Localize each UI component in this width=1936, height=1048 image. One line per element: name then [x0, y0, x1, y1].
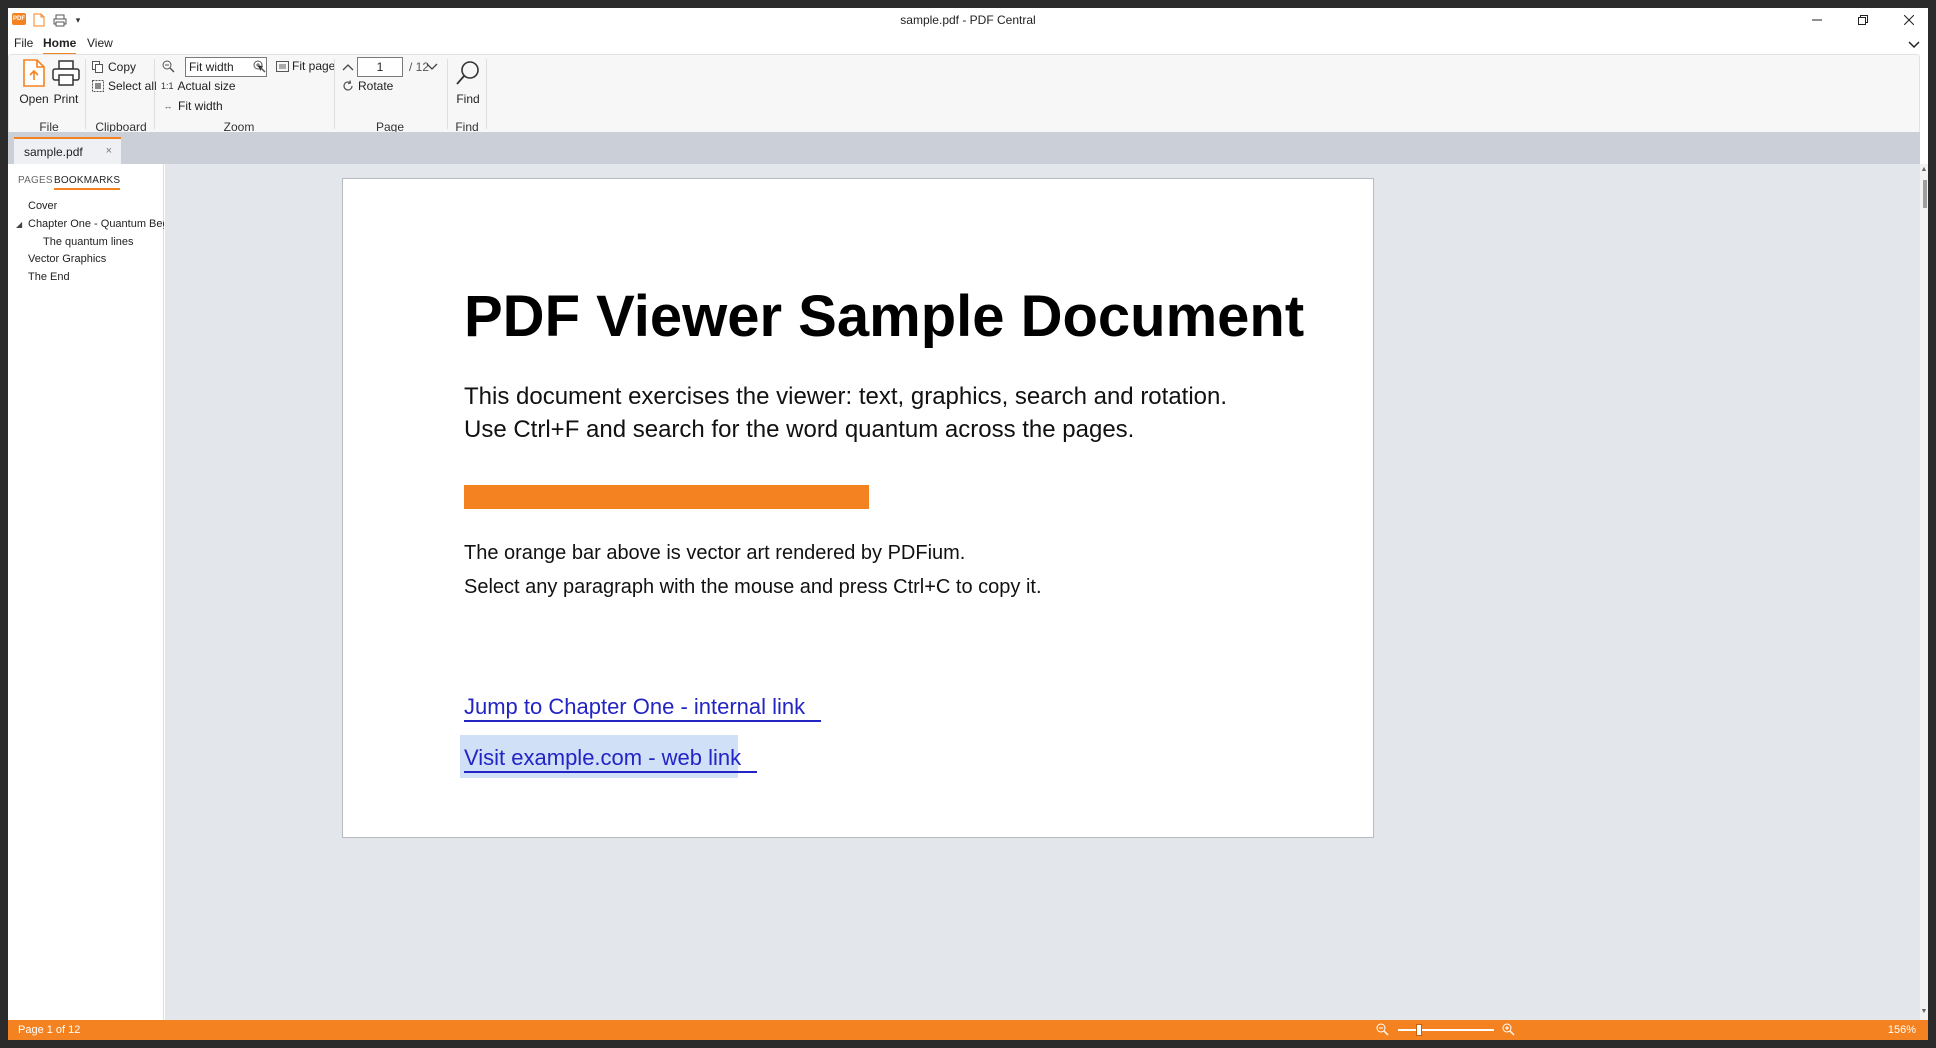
document-view[interactable]: PDF Viewer Sample Document This document…: [165, 164, 1920, 1020]
expand-toggle-icon[interactable]: ◢: [16, 220, 22, 229]
restore-button[interactable]: [1840, 8, 1886, 32]
open-file-icon: [18, 57, 50, 89]
open-label: Open: [19, 92, 49, 106]
zoom-in-icon[interactable]: [1502, 1023, 1516, 1037]
close-window-button[interactable]: [1886, 8, 1928, 32]
menu-home[interactable]: Home: [43, 36, 77, 55]
document-tab-strip: sample.pdf ×: [8, 132, 1920, 164]
rotate-button[interactable]: Rotate: [341, 77, 393, 95]
fit-page-button[interactable]: Fit page: [275, 57, 335, 75]
fit-page-icon: [275, 59, 289, 73]
search-icon: [452, 57, 484, 89]
pdf-paragraph: Use Ctrl+F and search for the word quant…: [464, 416, 1135, 443]
internal-link[interactable]: Jump to Chapter One - internal link: [464, 694, 822, 722]
next-page-button[interactable]: [425, 58, 442, 76]
zoom-slider[interactable]: [1398, 1029, 1494, 1031]
rotate-label: Rotate: [358, 79, 394, 93]
select-all-icon: [91, 79, 105, 93]
ribbon-divider: [334, 59, 335, 129]
zoom-out-icon[interactable]: [1376, 1023, 1390, 1037]
window-title: sample.pdf - PDF Central: [900, 13, 1036, 27]
actual-size-icon: 1:1: [161, 81, 174, 91]
chevron-down-icon: [425, 60, 439, 74]
fit-page-label: Fit page: [292, 59, 336, 73]
status-page-text: Page 1 of 12: [18, 1024, 81, 1036]
ribbon-divider: [154, 59, 155, 129]
collapse-ribbon-icon[interactable]: [1906, 36, 1922, 52]
new-document-icon[interactable]: [32, 11, 46, 29]
zoom-out-button[interactable]: [161, 57, 178, 75]
zoom-out-icon: [161, 59, 175, 73]
close-tab-icon[interactable]: ×: [106, 145, 112, 157]
sidebar: PAGES BOOKMARKS Cover ◢ Chapter One - Qu…: [8, 164, 164, 1020]
bookmark-item[interactable]: Vector Graphics: [28, 253, 106, 265]
menu-file[interactable]: File: [14, 36, 33, 53]
previous-page-button[interactable]: [341, 58, 358, 76]
printer-icon: [50, 57, 82, 89]
pdf-paragraph: The orange bar above is vector art rende…: [464, 542, 966, 564]
open-button[interactable]: Open: [16, 57, 52, 107]
actual-size-label: Actual size: [177, 79, 236, 93]
page-number-input[interactable]: 1: [357, 57, 403, 77]
chevron-up-icon: [341, 60, 355, 74]
select-all-button[interactable]: Select all: [91, 77, 157, 95]
menu-bar: File Home View: [8, 34, 1928, 56]
scroll-up-icon[interactable]: ▲: [1920, 166, 1928, 176]
bookmark-item[interactable]: The End: [28, 271, 70, 283]
fit-width-label: Fit width: [178, 99, 223, 113]
ribbon-divider: [447, 59, 448, 129]
status-zoom-text: 156%: [1887, 1024, 1916, 1036]
ribbon: Open Print File Copy Select all Clipboar…: [8, 54, 1920, 134]
status-bar: Page 1 of 12 156%: [8, 1020, 1928, 1040]
menu-view[interactable]: View: [87, 36, 113, 53]
orange-vector-bar: [464, 485, 869, 509]
app-window: PDF ▾ sample.pdf - PDF Central File Home…: [8, 8, 1928, 1040]
scroll-down-icon[interactable]: ▼: [1920, 1008, 1928, 1018]
find-label: Find: [456, 92, 480, 106]
vertical-scrollbar[interactable]: [1920, 164, 1928, 1020]
quick-print-icon[interactable]: [52, 11, 68, 29]
document-tab-label: sample.pdf: [24, 144, 83, 159]
scrollbar-thumb[interactable]: [1923, 180, 1927, 208]
pdf-paragraph: Select any paragraph with the mouse and …: [464, 576, 1042, 598]
pdf-title: PDF Viewer Sample Document: [464, 284, 1305, 349]
find-button[interactable]: Find: [450, 57, 486, 107]
print-label: Print: [53, 92, 79, 106]
customize-toolbar-icon[interactable]: ▾: [72, 11, 84, 29]
document-tab[interactable]: sample.pdf ×: [14, 137, 121, 164]
title-bar: PDF ▾ sample.pdf - PDF Central: [8, 8, 1928, 32]
pdf-paragraph: This document exercises the viewer: text…: [464, 383, 1228, 410]
ribbon-divider: [486, 59, 487, 129]
zoom-select-value: Fit width: [189, 60, 234, 74]
zoom-in-icon: [252, 59, 266, 73]
ribbon-divider: [85, 59, 86, 129]
app-logo-icon: PDF: [12, 13, 26, 25]
pdf-page[interactable]: PDF Viewer Sample Document This document…: [342, 178, 1374, 838]
fit-width-icon: ↔: [163, 101, 173, 111]
copy-button[interactable]: Copy: [91, 58, 136, 76]
select-all-label: Select all: [108, 79, 157, 93]
rotate-icon: [341, 79, 355, 93]
copy-label: Copy: [108, 60, 137, 74]
minimize-button[interactable]: [1794, 8, 1840, 32]
print-button[interactable]: Print: [48, 57, 84, 107]
zoom-in-button[interactable]: [252, 57, 269, 75]
fit-width-button[interactable]: ↔ Fit width: [161, 97, 223, 115]
bookmark-item[interactable]: Chapter One - Quantum Beginn: [28, 218, 164, 230]
copy-icon: [91, 60, 105, 74]
bookmark-item[interactable]: The quantum lines: [43, 236, 134, 248]
web-link[interactable]: Visit example.com - web link: [464, 745, 758, 773]
actual-size-button[interactable]: 1:1 Actual size: [161, 77, 236, 95]
tab-bookmarks[interactable]: BOOKMARKS: [54, 175, 121, 190]
bookmark-item[interactable]: Cover: [28, 200, 57, 212]
tab-pages[interactable]: PAGES: [18, 175, 53, 186]
zoom-slider-thumb[interactable]: [1416, 1024, 1423, 1036]
